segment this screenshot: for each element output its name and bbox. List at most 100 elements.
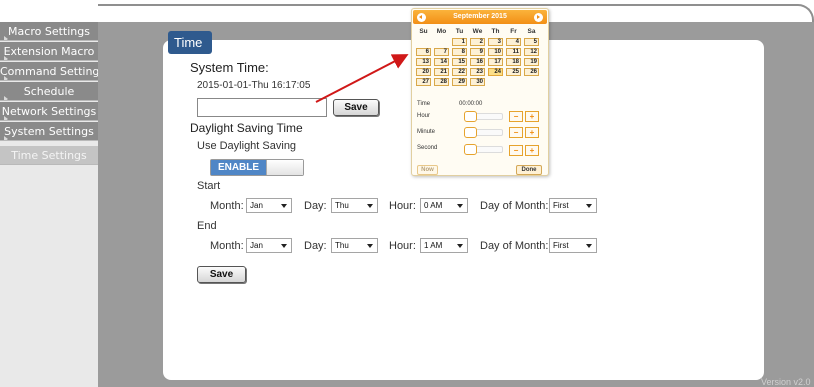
done-button[interactable]: Done — [516, 165, 542, 175]
chevron-down-icon — [586, 204, 592, 208]
sidebar-item-time-settings[interactable]: Time Settings — [0, 146, 98, 165]
start-month-value: Jan — [250, 201, 263, 210]
prev-month-icon[interactable] — [417, 13, 426, 22]
start-dom-select[interactable]: First — [549, 198, 597, 213]
calendar-day[interactable]: 20 — [416, 68, 431, 76]
minute-minus-button[interactable]: − — [509, 127, 523, 138]
hour-plus-button[interactable]: + — [525, 111, 539, 122]
sidebar-item-system-settings[interactable]: System Settings — [0, 122, 98, 141]
end-day-value: Thu — [335, 241, 349, 250]
second-label: Second — [417, 145, 438, 151]
calendar-day[interactable]: 3 — [488, 38, 503, 46]
calendar-day[interactable]: 10 — [488, 48, 503, 56]
calendar-day[interactable]: 4 — [506, 38, 521, 46]
start-label: Start — [197, 180, 221, 192]
start-hour-select[interactable]: 0 AM — [420, 198, 468, 213]
sidebar-item-extension-macro[interactable]: Extension Macro — [0, 42, 98, 61]
weekday-header: Su — [419, 28, 428, 35]
system-time-value: 2015-01-01-Thu 16:17:05 — [197, 80, 311, 91]
sidebar-item-label: Extension Macro — [3, 45, 95, 58]
arrow-icon — [4, 56, 8, 60]
calendar-day[interactable]: 6 — [416, 48, 431, 56]
arrow-icon — [4, 36, 8, 40]
minute-plus-button[interactable]: + — [525, 127, 539, 138]
calendar-day[interactable]: 26 — [524, 68, 539, 76]
chevron-down-icon — [367, 204, 373, 208]
calendar-day[interactable]: 25 — [506, 68, 521, 76]
end-month-value: Jan — [250, 241, 263, 250]
calendar-day[interactable]: 12 — [524, 48, 539, 56]
second-plus-button[interactable]: + — [525, 145, 539, 156]
hour-slider[interactable] — [464, 111, 503, 122]
calendar-day[interactable]: 21 — [434, 68, 449, 76]
slider-handle[interactable] — [464, 144, 477, 155]
time-input[interactable] — [197, 98, 327, 117]
sidebar-item-command-settings[interactable]: Command Settings — [0, 62, 98, 81]
now-button[interactable]: Now — [417, 165, 438, 175]
picker-header: September 2015 — [413, 10, 547, 24]
calendar-day[interactable]: 7 — [434, 48, 449, 56]
calendar-day[interactable]: 15 — [452, 58, 467, 66]
calendar-day[interactable]: 24 — [488, 68, 503, 76]
end-dom-value: First — [553, 241, 569, 250]
chevron-down-icon — [586, 244, 592, 248]
sidebar-item-schedule[interactable]: Schedule — [0, 82, 98, 101]
start-dom-value: First — [553, 201, 569, 210]
calendar-day[interactable]: 11 — [506, 48, 521, 56]
chevron-down-icon — [281, 204, 287, 208]
calendar-day[interactable]: 16 — [470, 58, 485, 66]
dst-toggle[interactable]: ENABLE — [210, 159, 304, 176]
calendar-day[interactable]: 22 — [452, 68, 467, 76]
calendar-day[interactable]: 30 — [470, 78, 485, 86]
chevron-down-icon — [457, 204, 463, 208]
calendar-day[interactable]: 13 — [416, 58, 431, 66]
end-dom-select[interactable]: First — [549, 238, 597, 253]
chevron-down-icon — [367, 244, 373, 248]
version-label: Version v2.0 — [761, 377, 811, 387]
arrow-icon — [4, 96, 8, 100]
end-day-select[interactable]: Thu — [331, 238, 378, 253]
calendar-day[interactable]: 2 — [470, 38, 485, 46]
weekday-header: Mo — [436, 28, 447, 35]
sidebar-item-label: Schedule — [23, 85, 75, 98]
hour-minus-button[interactable]: − — [509, 111, 523, 122]
calendar-day[interactable]: 5 — [524, 38, 539, 46]
calendar-day[interactable]: 9 — [470, 48, 485, 56]
time-value: 00:00:00 — [459, 101, 483, 107]
start-day-value: Thu — [335, 201, 349, 210]
calendar-day[interactable]: 1 — [452, 38, 467, 46]
calendar-day[interactable]: 19 — [524, 58, 539, 66]
end-month-select[interactable]: Jan — [246, 238, 292, 253]
save-button[interactable]: Save — [197, 266, 246, 283]
second-minus-button[interactable]: − — [509, 145, 523, 156]
sidebar-item-network-settings[interactable]: Network Settings — [0, 102, 98, 121]
end-hour-select[interactable]: 1 AM — [420, 238, 468, 253]
second-slider[interactable] — [464, 144, 503, 155]
start-hour-label: Hour: — [389, 200, 416, 212]
weekday-header: Th — [491, 28, 500, 35]
calendar-day[interactable]: 29 — [452, 78, 467, 86]
start-day-select[interactable]: Thu — [331, 198, 378, 213]
slider-handle[interactable] — [464, 127, 477, 138]
save-time-button[interactable]: Save — [333, 99, 379, 116]
calendar-day[interactable]: 17 — [488, 58, 503, 66]
next-month-icon[interactable] — [534, 13, 543, 22]
minute-slider[interactable] — [464, 127, 503, 138]
dst-toggle-knob — [266, 160, 303, 175]
end-label: End — [197, 220, 217, 232]
slider-handle[interactable] — [464, 111, 477, 122]
calendar-day[interactable]: 27 — [416, 78, 431, 86]
weekday-header: Fr — [510, 28, 517, 35]
end-hour-value: 1 AM — [424, 241, 443, 250]
calendar-day[interactable]: 23 — [470, 68, 485, 76]
sidebar-item-macro-settings[interactable]: Macro Settings — [0, 22, 98, 41]
calendar-day[interactable]: 14 — [434, 58, 449, 66]
weekday-header: Tu — [455, 28, 464, 35]
calendar-day[interactable]: 18 — [506, 58, 521, 66]
calendar-day[interactable]: 28 — [434, 78, 449, 86]
sidebar: Macro Settings Extension Macro Command S… — [0, 22, 98, 387]
weekday-header: Sa — [527, 28, 536, 35]
start-day-label: Day: — [304, 200, 327, 212]
start-month-select[interactable]: Jan — [246, 198, 292, 213]
calendar-day[interactable]: 8 — [452, 48, 467, 56]
